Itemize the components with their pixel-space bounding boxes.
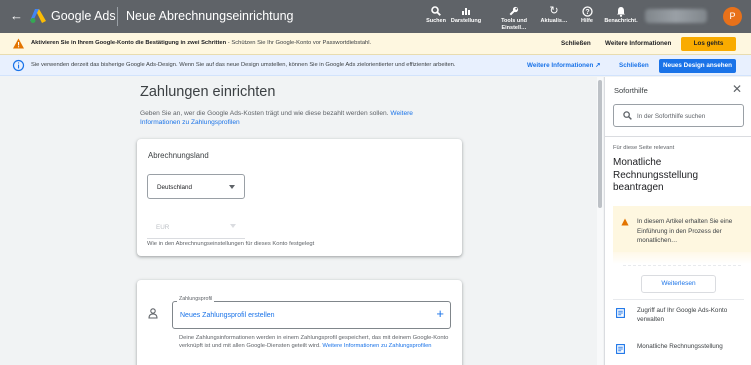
tools-settings-button[interactable]: Tools und Einstell… — [494, 4, 534, 31]
svg-text:?: ? — [585, 9, 589, 16]
currency-value: EUR — [156, 224, 170, 231]
payment-profile-legend: Zahlungsprofil — [177, 296, 215, 302]
bell-icon — [617, 6, 625, 17]
wrench-icon — [509, 6, 519, 16]
warning-icon — [13, 38, 24, 49]
close-icon[interactable]: ✕ — [732, 82, 742, 96]
two-step-warning-banner: Aktivieren Sie in Ihrem Google-Konto die… — [0, 33, 751, 55]
divider — [623, 265, 741, 266]
chevron-down-icon — [230, 224, 236, 228]
help-link-monthly-invoicing[interactable]: Monatliche Rechnungsstellung — [613, 342, 748, 356]
billing-country-title: Abrechnungsland — [148, 151, 209, 160]
document-icon — [616, 308, 625, 318]
help-link-label: Zugriff auf Ihr Google Ads-Konto verwalt… — [637, 307, 728, 323]
avatar[interactable]: P — [723, 7, 742, 26]
main-description: Geben Sie an, wer die Google Ads-Kosten … — [140, 110, 413, 126]
payment-profiles-info-link[interactable]: Weitere Informationen zu Zahlungsprofile… — [322, 343, 431, 349]
new-design-button[interactable]: Neues Design ansehen — [659, 59, 736, 73]
lets-go-button[interactable]: Los gehts — [681, 37, 736, 51]
billing-country-card: Abrechnungsland Deutschland EUR Wie in d… — [137, 139, 462, 256]
currency-note: Wie in den Abrechnungseinstellungen für … — [147, 241, 315, 247]
top-app-bar: ← Google Ads Neue Abrechnungseinrichtung… — [0, 0, 751, 33]
excerpt-fade — [613, 252, 751, 264]
info-dismiss-button[interactable]: Schließen — [619, 62, 649, 69]
refresh-icon: ↻ — [549, 4, 559, 17]
help-link-account-access[interactable]: Zugriff auf Ihr Google Ads-Konto verwalt… — [613, 306, 748, 328]
warning-dismiss-button[interactable]: Schließen — [561, 40, 591, 47]
info-icon — [12, 59, 25, 72]
account-info-redacted[interactable] — [645, 9, 707, 23]
new-payment-profile-label: Neues Zahlungsprofil erstellen — [180, 312, 275, 319]
person-icon — [148, 308, 158, 319]
new-payment-profile-field[interactable]: Neues Zahlungsprofil erstellen + — [172, 301, 451, 329]
chart-icon — [462, 8, 470, 15]
notifications-label: Benachricht. — [604, 18, 638, 24]
country-value: Deutschland — [157, 184, 193, 191]
chevron-down-icon — [229, 185, 235, 189]
warning-text: Aktivieren Sie in Ihrem Google-Konto die… — [31, 40, 372, 46]
read-more-button[interactable]: Weiterlesen — [641, 275, 716, 293]
currency-select: EUR — [147, 214, 245, 239]
help-article-excerpt: In diesem Artikel erhalten Sie eine Einf… — [613, 206, 751, 252]
design-info-banner: Sie verwenden derzeit das bisherige Goog… — [0, 55, 751, 76]
help-search-input[interactable]: In der Soforthilfe suchen — [613, 104, 744, 127]
help-icon: ? — [581, 5, 593, 17]
help-panel-title: Soforthilfe — [614, 86, 648, 95]
main-heading: Zahlungen einrichten — [140, 84, 276, 100]
back-arrow-icon[interactable]: ← — [10, 9, 23, 23]
country-select[interactable]: Deutschland — [147, 174, 245, 199]
relevant-label: Für diese Seite relevant — [613, 145, 675, 151]
payment-profile-note: Deine Zahlungsinformationen werden in ei… — [179, 335, 449, 349]
warning-more-info-link[interactable]: Weitere Informationen — [605, 40, 671, 47]
divider — [117, 7, 118, 26]
payment-profile-card: Neues Zahlungsprofil erstellen + Zahlung… — [137, 280, 462, 365]
brand-name: Google Ads — [51, 9, 116, 23]
main-scrollbar-thumb[interactable] — [598, 80, 602, 208]
info-text: Sie verwenden derzeit das bisherige Goog… — [31, 62, 456, 68]
divider — [605, 136, 751, 137]
tools-label-line2: Einstell… — [501, 24, 527, 31]
help-panel: Soforthilfe ✕ In der Soforthilfe suchen … — [604, 77, 751, 365]
page-title: Neue Abrechnungseinrichtung — [126, 9, 294, 23]
appearance-label: Darstellung — [450, 18, 482, 24]
plus-icon[interactable]: + — [436, 307, 444, 321]
google-ads-logo — [30, 9, 46, 23]
divider — [613, 299, 744, 300]
search-icon — [623, 111, 632, 120]
help-excerpt-text: In diesem Artikel erhalten Sie eine Einf… — [637, 218, 733, 244]
warning-icon — [621, 218, 629, 226]
document-icon — [616, 344, 625, 354]
help-article-title[interactable]: Monatliche Rechnungsstellung beantragen — [613, 157, 743, 195]
help-search-placeholder: In der Soforthilfe suchen — [637, 113, 706, 120]
appearance-button[interactable]: Darstellung — [446, 4, 486, 25]
search-icon — [431, 6, 441, 16]
notifications-button[interactable]: Benachricht. — [601, 4, 641, 25]
help-link-label: Monatliche Rechnungsstellung — [637, 343, 723, 350]
external-link-icon: ↗ — [595, 62, 601, 69]
info-more-link[interactable]: Weitere Informationen ↗ — [527, 62, 600, 69]
